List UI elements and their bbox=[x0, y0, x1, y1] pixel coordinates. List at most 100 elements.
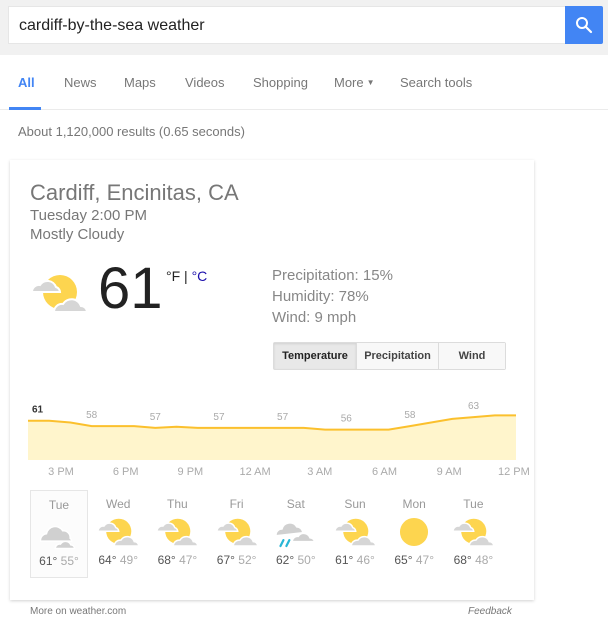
wind-value: Wind: 9 mph bbox=[272, 309, 357, 326]
weather-card: Cardiff, Encinitas, CA Tuesday 2:00 PM M… bbox=[10, 160, 534, 600]
current-temperature: 61 bbox=[98, 256, 163, 321]
forecast-high: 64° bbox=[98, 553, 117, 567]
forecast-high: 61° bbox=[39, 554, 58, 568]
unit-separator: | bbox=[180, 268, 192, 284]
chart-data-label: 56 bbox=[341, 414, 353, 425]
weather-condition: Mostly Cloudy bbox=[30, 226, 125, 243]
chart-mode-selector: Temperature Precipitation Wind bbox=[273, 342, 506, 370]
location-title: Cardiff, Encinitas, CA bbox=[30, 180, 239, 205]
chart-data-label: 61 bbox=[32, 405, 44, 416]
forecast-temps: 64° 49° bbox=[89, 553, 147, 567]
forecast-temps: 68° 48° bbox=[444, 553, 502, 567]
partly-cloudy-icon bbox=[28, 270, 90, 321]
tab-more[interactable]: More ▼ bbox=[334, 75, 375, 90]
forecast-temps: 65° 47° bbox=[385, 553, 443, 567]
humidity-value: Humidity: 78% bbox=[272, 288, 369, 305]
forecast-temps: 61° 46° bbox=[326, 553, 384, 567]
forecast-day-name: Sun bbox=[344, 497, 366, 511]
tab-news[interactable]: News bbox=[64, 75, 97, 90]
partly-cloudy-icon bbox=[326, 511, 384, 553]
sunny-icon bbox=[385, 511, 443, 553]
forecast-day[interactable]: Wed 64° 49° bbox=[89, 490, 147, 578]
weather-details: Precipitation: 15% Humidity: 78% Wind: 9… bbox=[272, 265, 393, 328]
forecast-temps: 68° 47° bbox=[148, 553, 206, 567]
unit-toggle: °F | °C bbox=[166, 268, 207, 284]
more-on-weather-link[interactable]: More on weather.com bbox=[30, 606, 126, 617]
tab-more-label: More bbox=[334, 75, 364, 90]
result-stats: About 1,120,000 results (0.65 seconds) bbox=[18, 124, 245, 139]
forecast-high: 68° bbox=[157, 553, 176, 567]
chart-x-tick-label: 6 PM bbox=[112, 466, 139, 478]
search-button[interactable] bbox=[565, 6, 603, 44]
wind-button[interactable]: Wind bbox=[439, 343, 505, 369]
tab-all[interactable]: All bbox=[18, 75, 35, 90]
caret-down-icon: ▼ bbox=[366, 78, 375, 87]
tab-shopping[interactable]: Shopping bbox=[253, 75, 308, 90]
forecast-day[interactable]: Mon 65° 47° bbox=[385, 490, 443, 578]
forecast-day-name: Wed bbox=[105, 497, 131, 511]
chart-x-tick-label: 3 AM bbox=[307, 466, 333, 478]
chart-data-label: 58 bbox=[404, 410, 416, 421]
search-icon bbox=[576, 17, 593, 34]
forecast-day[interactable]: Sun 61° 46° bbox=[326, 490, 384, 578]
precipitation-button[interactable]: Precipitation bbox=[357, 343, 439, 369]
forecast-day-name: Mon bbox=[402, 497, 426, 511]
forecast-high: 68° bbox=[453, 553, 472, 567]
chart-data-label: 58 bbox=[86, 410, 98, 421]
rain-icon bbox=[267, 511, 325, 553]
partly-cloudy-icon bbox=[89, 511, 147, 553]
chart-data-label: 57 bbox=[277, 412, 289, 423]
forecast-high: 67° bbox=[216, 553, 235, 567]
forecast-low: 48° bbox=[475, 553, 494, 567]
forecast-high: 62° bbox=[275, 553, 295, 567]
top-bar: cardiff-by-the-sea weather bbox=[0, 0, 608, 55]
search-input[interactable]: cardiff-by-the-sea weather bbox=[8, 6, 565, 44]
forecast-low: 52° bbox=[238, 553, 257, 567]
feedback-link[interactable]: Feedback bbox=[468, 606, 512, 617]
chart-data-label: 57 bbox=[150, 412, 162, 423]
forecast-day[interactable]: Thu 68° 47° bbox=[148, 490, 206, 578]
forecast-day-name: Tue bbox=[48, 498, 70, 512]
temperature-button[interactable]: Temperature bbox=[274, 343, 357, 369]
chart-x-tick-label: 3 PM bbox=[48, 466, 74, 478]
forecast-day[interactable]: Fri 67° 52° bbox=[208, 490, 266, 578]
unit-celsius[interactable]: °C bbox=[192, 268, 208, 284]
forecast-day[interactable]: Sat 62° 50° bbox=[267, 490, 325, 578]
chart-x-tick-label: 6 AM bbox=[371, 466, 398, 478]
active-tab-indicator bbox=[9, 107, 41, 110]
forecast-low: 50° bbox=[297, 553, 316, 567]
forecast-temps: 61° 55° bbox=[31, 554, 87, 568]
tab-search-tools[interactable]: Search tools bbox=[400, 75, 472, 90]
tab-maps[interactable]: Maps bbox=[124, 75, 156, 90]
forecast-temps: 67° 52° bbox=[208, 553, 266, 567]
partly-cloudy-icon bbox=[444, 511, 502, 553]
chart-x-tick-label: 12 PM bbox=[497, 466, 530, 478]
unit-fahrenheit[interactable]: °F bbox=[166, 268, 180, 284]
tab-videos[interactable]: Videos bbox=[185, 75, 225, 90]
forecast-day-name: Fri bbox=[229, 497, 244, 511]
weather-time: Tuesday 2:00 PM bbox=[30, 207, 148, 224]
precipitation-value: Precipitation: 15% bbox=[272, 267, 393, 284]
forecast-day-name: Tue bbox=[463, 497, 484, 511]
forecast-low: 47° bbox=[179, 553, 198, 567]
partly-cloudy-icon bbox=[148, 511, 206, 553]
forecast-day[interactable]: Tue 61° 55° bbox=[30, 490, 88, 578]
forecast-low: 55° bbox=[60, 554, 79, 568]
partly-cloudy-icon bbox=[208, 511, 266, 553]
chart-x-tick-label: 12 AM bbox=[239, 466, 271, 478]
chart-data-label: 57 bbox=[213, 412, 225, 423]
forecast-temps: 62° 50° bbox=[267, 553, 325, 567]
forecast-high: 65° bbox=[394, 553, 413, 567]
forecast-high: 61° bbox=[335, 553, 354, 567]
search-tabs: All News Maps Videos Shopping More ▼ Sear… bbox=[0, 55, 608, 110]
forecast-low: 46° bbox=[356, 553, 375, 567]
chart-x-tick-label: 9 AM bbox=[436, 466, 462, 478]
chart-area bbox=[28, 415, 516, 460]
forecast-low: 49° bbox=[119, 553, 139, 567]
temperature-chart: 61 58 57 57 57 56 58 63 bbox=[28, 401, 516, 460]
forecast-day[interactable]: Tue 68° 48° bbox=[444, 490, 502, 578]
forecast-day-name: Thu bbox=[167, 497, 188, 511]
forecast-day-name: Sat bbox=[286, 497, 305, 511]
cloudy-icon bbox=[31, 512, 87, 554]
chart-x-tick-label: 9 PM bbox=[177, 466, 204, 478]
